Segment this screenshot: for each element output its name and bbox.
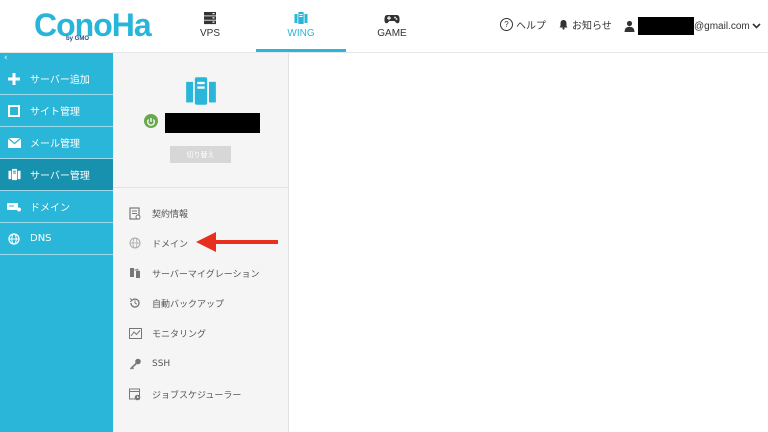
switch-server-button[interactable]: 切り替え: [170, 146, 231, 163]
menu-item-monitoring[interactable]: モニタリング: [113, 320, 288, 346]
gamepad-icon: [384, 10, 400, 29]
main-content: [289, 53, 768, 432]
menu-item-label: ジョブスケジューラー: [152, 390, 242, 401]
migration-icon: [128, 267, 142, 279]
menu-item-ssh[interactable]: SSH: [113, 351, 288, 377]
window-icon: [0, 104, 28, 117]
mail-icon: [0, 137, 28, 148]
sidebar-item-mail-management[interactable]: メール管理: [0, 127, 113, 159]
sidebar-item-label: ドメイン: [30, 203, 70, 214]
menu-item-contract[interactable]: 契約情報: [113, 200, 288, 226]
sidebar-item-server-management[interactable]: サーバー管理: [0, 159, 113, 191]
bell-icon: [558, 19, 569, 30]
menu-item-job-scheduler[interactable]: ジョブスケジューラー: [113, 381, 288, 407]
tab-wing[interactable]: WING: [256, 0, 346, 52]
menu-item-label: 自動バックアップ: [152, 299, 225, 310]
menu-item-server-migration[interactable]: サーバーマイグレーション: [113, 260, 288, 286]
logo-byline: by GMO: [66, 36, 90, 42]
account-email-redacted: [638, 17, 694, 35]
menu-item-label: SSH: [152, 359, 171, 369]
conoha-logo[interactable]: ConoHa: [34, 9, 152, 41]
sidebar-item-label: DNS: [30, 233, 52, 244]
globe-icon: [0, 232, 28, 245]
top-header: ConoHa by GMO VPS WING GAME ? ヘルプ お知らせ @…: [0, 0, 768, 53]
sidebar-item-label: サイト管理: [30, 107, 80, 118]
sidebar-item-label: メール管理: [30, 139, 80, 150]
www-icon: [128, 237, 142, 249]
sidebar-item-add-server[interactable]: サーバー追加: [0, 63, 113, 95]
tab-wing-label: WING: [287, 28, 315, 39]
menu-item-label: 契約情報: [152, 209, 189, 220]
contract-icon: [128, 206, 142, 220]
help-link[interactable]: ? ヘルプ: [500, 17, 546, 32]
server-stack-icon: [203, 10, 217, 29]
sidebar-item-label: サーバー管理: [30, 171, 90, 182]
notifications-link[interactable]: お知らせ: [558, 17, 612, 32]
menu-item-label: ドメイン: [152, 239, 189, 250]
plus-icon: [0, 72, 28, 85]
server-summary: 切り替え: [113, 53, 288, 188]
red-arrow-annotation: [196, 232, 278, 252]
sidebar-item-site-management[interactable]: サイト管理: [0, 95, 113, 127]
sidebar-item-label: サーバー追加: [30, 75, 90, 86]
menu-item-label: サーバーマイグレーション: [152, 269, 260, 280]
chevron-down-icon: [752, 23, 761, 29]
user-icon: [624, 20, 635, 32]
left-sidebar: ‹ サーバー追加 サイト管理 メール管理 サーバー管理 ドメイン DNS: [0, 53, 113, 432]
tab-game[interactable]: GAME: [347, 0, 437, 52]
scheduler-icon: [128, 388, 142, 401]
server-name-redacted: [165, 113, 260, 133]
domain-icon: [0, 202, 28, 212]
sidebar-item-domain[interactable]: ドメイン: [0, 191, 113, 223]
tab-game-label: GAME: [377, 28, 407, 39]
notifications-label: お知らせ: [572, 21, 612, 32]
tab-vps-label: VPS: [199, 28, 220, 39]
wing-server-icon: [185, 75, 217, 111]
menu-item-auto-backup[interactable]: 自動バックアップ: [113, 290, 288, 316]
tab-vps[interactable]: VPS: [165, 0, 255, 52]
account-menu[interactable]: @gmail.com: [624, 17, 761, 35]
sidebar-collapse-button[interactable]: ‹: [0, 53, 113, 63]
monitor-icon: [128, 327, 142, 339]
backup-icon: [128, 297, 142, 309]
question-circle-icon: ?: [500, 18, 513, 31]
help-label: ヘルプ: [516, 21, 546, 32]
menu-item-label: モニタリング: [152, 329, 207, 340]
key-icon: [128, 358, 142, 370]
wing-server-icon: [294, 10, 308, 29]
power-status-icon: [144, 114, 158, 128]
server-icon: [0, 168, 28, 181]
sidebar-item-dns[interactable]: DNS: [0, 223, 113, 255]
account-email-suffix: @gmail.com: [694, 20, 750, 32]
